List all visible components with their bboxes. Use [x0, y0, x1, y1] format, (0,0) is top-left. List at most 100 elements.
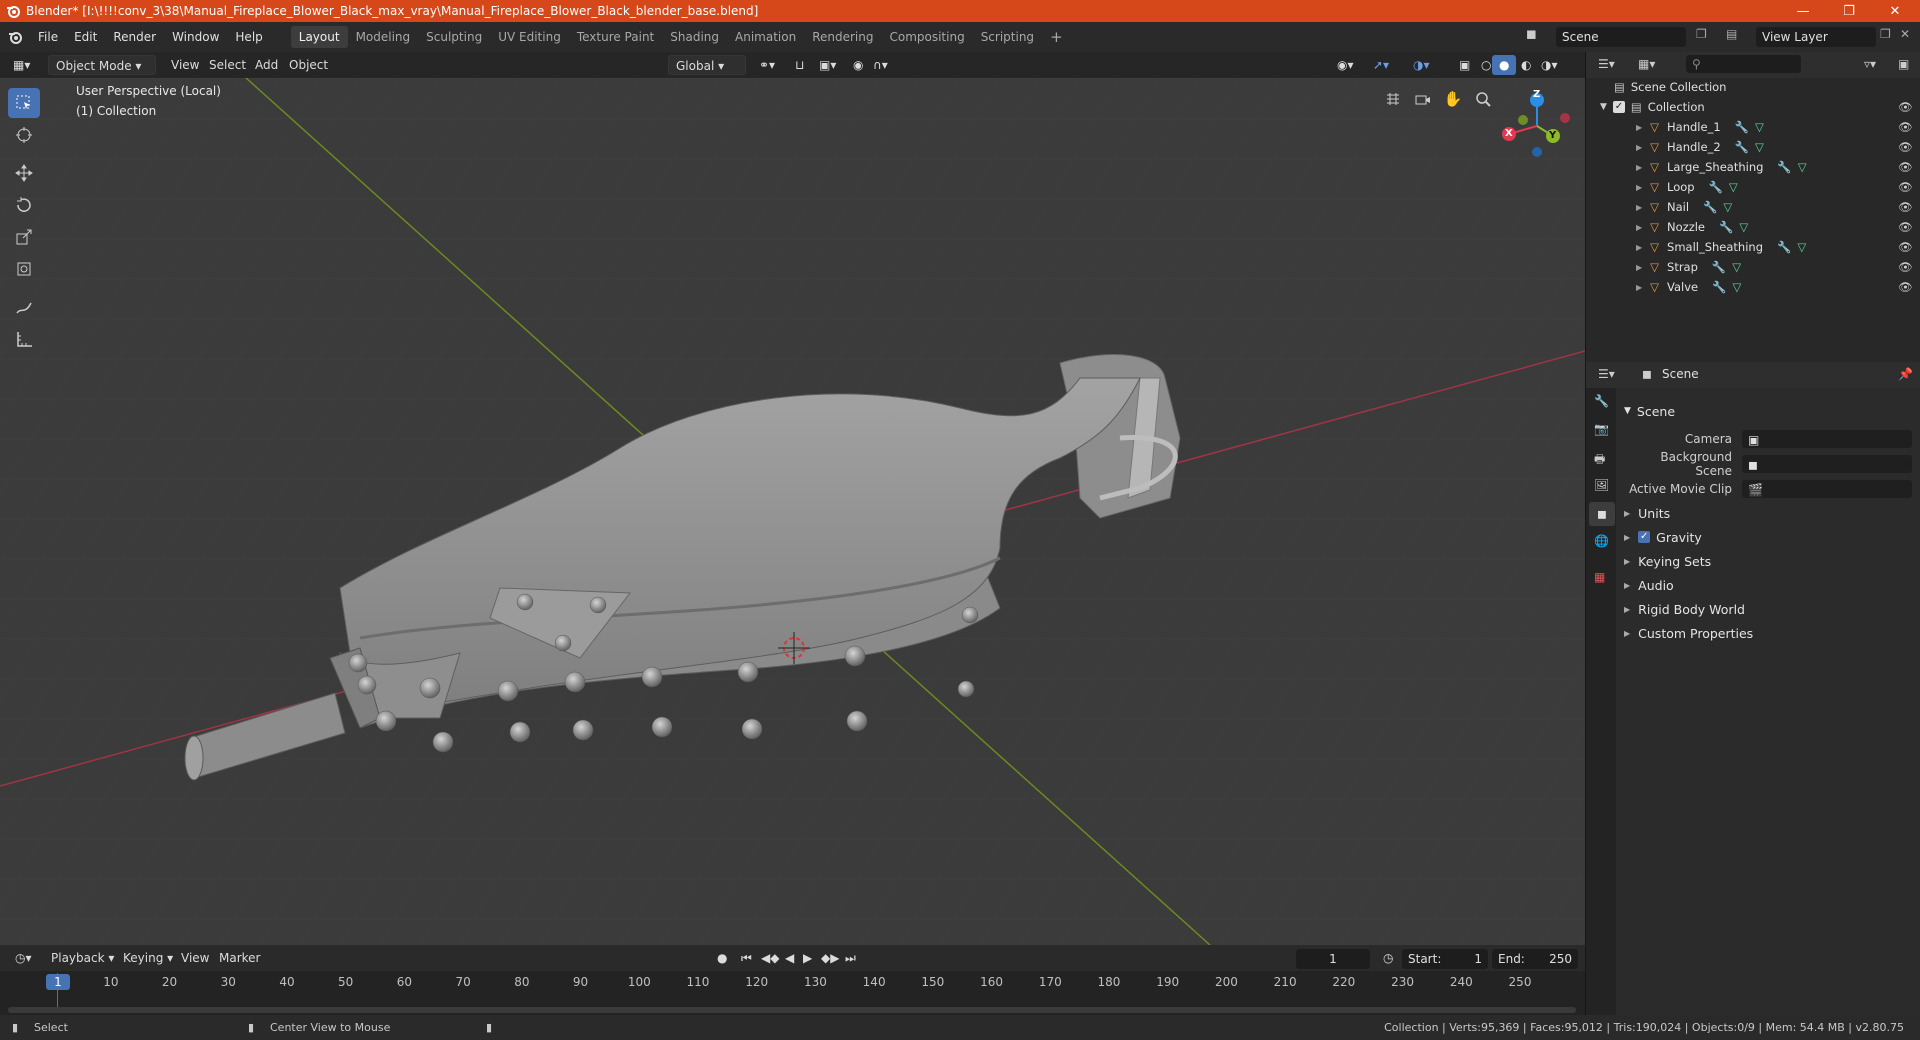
layer-icon[interactable]: ▤ — [1726, 27, 1737, 41]
outliner-object-row[interactable]: ▶ ▽ Nail 🔧 ▽ 👁 — [1586, 197, 1920, 217]
outliner-collection[interactable]: ▼ ✓ ▤ Collection 👁 — [1586, 97, 1920, 117]
tab-modeling[interactable]: Modeling — [348, 26, 419, 48]
grid-view-icon[interactable] — [1380, 86, 1406, 112]
menu-add[interactable]: Add — [248, 55, 285, 75]
eye-icon[interactable]: 👁 — [1898, 120, 1913, 134]
visibility-icon[interactable]: ◉▾ — [1330, 55, 1361, 75]
tab-texture-paint[interactable]: Texture Paint — [569, 26, 662, 48]
view-layer-tab-icon[interactable]: 🖼 — [1594, 478, 1609, 492]
eye-icon[interactable]: 👁 — [1898, 200, 1913, 214]
camera-view-icon[interactable] — [1410, 86, 1436, 112]
menu-marker[interactable]: Marker — [212, 948, 267, 968]
texture-tab-icon[interactable]: ▦ — [1594, 570, 1605, 584]
view-layer-copy-icon[interactable]: ❐ — [1880, 27, 1891, 41]
jump-end-icon[interactable]: ⏭ — [838, 948, 863, 968]
outliner-object-row[interactable]: ▶ ▽ Handle_2 🔧 ▽ 👁 — [1586, 137, 1920, 157]
add-workspace-icon[interactable]: + — [1042, 26, 1071, 48]
pivot-icon[interactable]: ⚭▾ — [752, 55, 782, 75]
start-frame-field[interactable]: Start: 1 — [1402, 949, 1488, 969]
shading-rendered-icon[interactable]: ◑▾ — [1534, 55, 1565, 75]
outliner-search-input[interactable]: ⚲ — [1686, 55, 1801, 73]
move-tool-icon[interactable] — [8, 158, 40, 188]
timeline-editor-icon[interactable]: ◷▾ — [8, 948, 39, 968]
snap-target-icon[interactable]: ▣▾ — [812, 55, 843, 75]
cursor-tool-icon[interactable] — [8, 120, 40, 150]
measure-tool-icon[interactable] — [8, 324, 40, 354]
tab-sculpting[interactable]: Sculpting — [418, 26, 490, 48]
camera-field[interactable]: ▣ — [1742, 430, 1912, 448]
3d-viewport[interactable]: Z X Y User Perspective (Local) (1) Colle… — [0, 78, 1585, 945]
falloff-icon[interactable]: ∩▾ — [866, 55, 895, 75]
rotate-tool-icon[interactable] — [8, 190, 40, 220]
outliner-object-row[interactable]: ▶ ▽ Handle_1 🔧 ▽ 👁 — [1586, 117, 1920, 137]
eye-icon[interactable]: 👁 — [1898, 100, 1913, 114]
menu-edit[interactable]: Edit — [66, 26, 105, 48]
properties-editor-icon[interactable]: ☰▾ — [1598, 367, 1615, 381]
expand-icon[interactable]: ▶ — [1636, 283, 1642, 292]
new-collection-icon[interactable]: ▣ — [1898, 57, 1909, 71]
active-movie-clip-field[interactable]: 🎬 — [1742, 480, 1912, 498]
expand-icon[interactable]: ▶ — [1636, 223, 1642, 232]
gizmo-toggle-icon[interactable]: ➚▾ — [1366, 55, 1396, 75]
eye-icon[interactable]: 👁 — [1898, 220, 1913, 234]
expand-icon[interactable]: ▶ — [1636, 263, 1642, 272]
current-frame-field[interactable]: 1 — [1296, 949, 1370, 969]
end-frame-field[interactable]: End: 250 — [1492, 949, 1578, 969]
outliner-object-row[interactable]: ▶ ▽ Valve 🔧 ▽ 👁 — [1586, 277, 1920, 297]
view-layer-field[interactable]: View Layer — [1756, 27, 1876, 47]
scene-icon[interactable]: ◼ — [1526, 27, 1537, 42]
view-layer-remove-icon[interactable]: ✕ — [1900, 27, 1910, 41]
blender-menu-icon[interactable] — [0, 30, 30, 44]
shading-solid-icon[interactable]: ● — [1492, 55, 1517, 75]
record-icon[interactable]: ● — [710, 948, 734, 968]
scene-tab-icon[interactable]: ◼ — [1589, 502, 1615, 526]
eye-icon[interactable]: 👁 — [1898, 260, 1913, 274]
outliner-object-row[interactable]: ▶ ▽ Strap 🔧 ▽ 👁 — [1586, 257, 1920, 277]
eye-icon[interactable]: 👁 — [1898, 140, 1913, 154]
world-tab-icon[interactable]: 🌐 — [1594, 534, 1609, 548]
outliner-scene-collection[interactable]: ▤ Scene Collection — [1586, 77, 1920, 97]
tab-scripting[interactable]: Scripting — [973, 26, 1042, 48]
outliner-object-row[interactable]: ▶ ▽ Nozzle 🔧 ▽ 👁 — [1586, 217, 1920, 237]
eye-icon[interactable]: 👁 — [1898, 280, 1913, 294]
menu-playback[interactable]: Playback ▾ — [44, 948, 121, 968]
subpanel-audio[interactable]: ▶ Audio — [1624, 574, 1912, 596]
maximize-button[interactable]: ❐ — [1826, 0, 1872, 22]
outliner-object-row[interactable]: ▶ ▽ Large_Sheathing 🔧 ▽ 👁 — [1586, 157, 1920, 177]
menu-window[interactable]: Window — [164, 26, 227, 48]
close-button[interactable]: ✕ — [1872, 0, 1918, 22]
expand-icon[interactable]: ▶ — [1636, 123, 1642, 132]
timeline-scrollbar[interactable] — [8, 1007, 1576, 1013]
transform-tool-icon[interactable] — [8, 254, 40, 284]
filter-icon[interactable]: ▿▾ — [1864, 57, 1876, 71]
pan-hand-icon[interactable]: ✋ — [1440, 86, 1466, 112]
select-box-tool-icon[interactable] — [8, 88, 40, 118]
tab-compositing[interactable]: Compositing — [881, 26, 972, 48]
orientation-selector[interactable]: Global ▾ — [668, 55, 746, 75]
tool-tab-icon[interactable]: 🔧 — [1594, 394, 1609, 408]
timeline[interactable]: 1102030405060708090100110120130140150160… — [0, 971, 1585, 1015]
pin-icon[interactable]: 📌 — [1898, 367, 1913, 381]
eye-icon[interactable]: 👁 — [1898, 160, 1913, 174]
collection-checkbox[interactable]: ✓ — [1612, 101, 1625, 113]
eye-icon[interactable]: 👁 — [1898, 240, 1913, 254]
zoom-icon[interactable] — [1470, 86, 1496, 112]
tab-rendering[interactable]: Rendering — [804, 26, 881, 48]
expand-icon[interactable]: ▶ — [1636, 183, 1642, 192]
outliner-object-row[interactable]: ▶ ▽ Loop 🔧 ▽ 👁 — [1586, 177, 1920, 197]
gravity-checkbox[interactable]: ✓ — [1638, 531, 1651, 543]
scene-field[interactable]: Scene — [1556, 27, 1686, 47]
tab-uv-editing[interactable]: UV Editing — [490, 26, 569, 48]
menu-select[interactable]: Select — [202, 55, 253, 75]
menu-keying[interactable]: Keying ▾ — [116, 948, 180, 968]
subpanel-rigid-body-world[interactable]: ▶ Rigid Body World — [1624, 598, 1912, 620]
editor-type-icon[interactable]: ▦▾ — [6, 55, 37, 75]
timer-icon[interactable]: ◷ — [1376, 948, 1400, 968]
expand-icon[interactable]: ▶ — [1636, 203, 1642, 212]
subpanel-keying-sets[interactable]: ▶ Keying Sets — [1624, 550, 1912, 572]
menu-object[interactable]: Object — [282, 55, 335, 75]
subpanel-gravity[interactable]: ▶ ✓ Gravity — [1624, 526, 1912, 548]
scale-tool-icon[interactable] — [8, 222, 40, 252]
snap-icon[interactable]: ⊔ — [788, 55, 811, 75]
collapse-icon[interactable]: ▼ — [1600, 102, 1607, 112]
